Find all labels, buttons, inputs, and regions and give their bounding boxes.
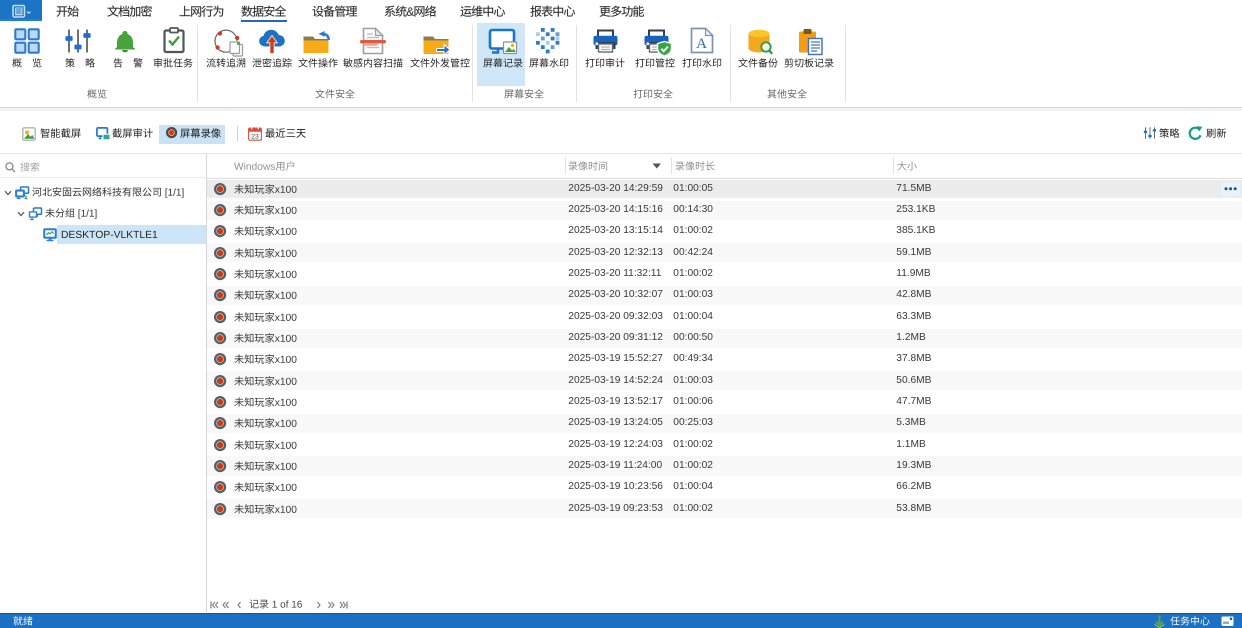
svg-text:23: 23 (251, 134, 259, 141)
svg-text:A: A (696, 36, 707, 52)
